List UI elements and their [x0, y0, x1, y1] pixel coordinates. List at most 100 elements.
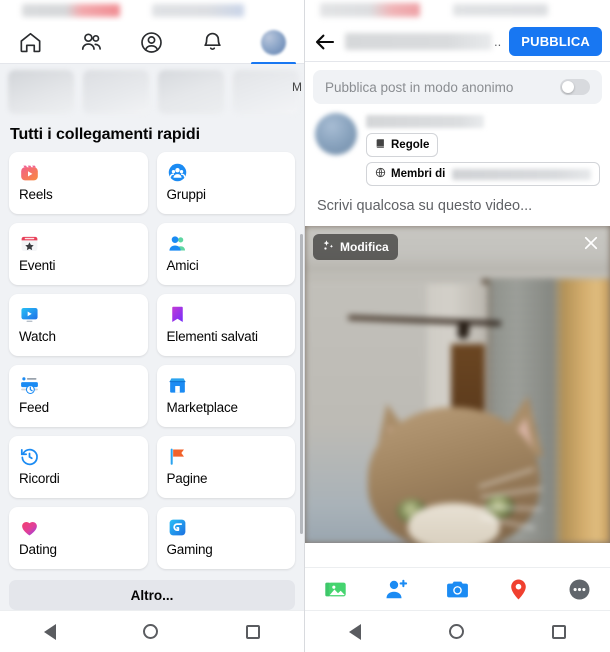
composer-input[interactable]: Scrivi qualcosa su questo video...: [315, 186, 600, 226]
android-back-icon[interactable]: [349, 623, 361, 640]
nav-tab-menu[interactable]: [243, 22, 304, 65]
gaming-icon: [167, 516, 286, 538]
android-navigation-bar: [0, 610, 304, 652]
shortcut-tile-ricordi[interactable]: Ricordi: [9, 436, 148, 498]
shortcut-tile-dating[interactable]: Dating: [9, 507, 148, 569]
android-home-icon[interactable]: [143, 624, 159, 639]
shortcut-tile-label: Marketplace: [166, 400, 239, 415]
camera-icon[interactable]: [445, 576, 471, 602]
more-dots-icon[interactable]: [567, 576, 593, 602]
cat-muzzle: [407, 503, 500, 543]
edit-video-label: Modifica: [340, 240, 389, 254]
close-icon[interactable]: [582, 234, 600, 252]
members-chip[interactable]: Membri di: [366, 162, 600, 186]
shortcut-tile-label: Dating: [19, 542, 57, 557]
shortcut-tile-label: Reels: [19, 187, 53, 202]
nav-tab-notifications[interactable]: [182, 22, 243, 64]
shortcut-tile-label: Watch: [19, 329, 56, 344]
title-truncation-dots: ..: [494, 34, 502, 49]
android-back-icon[interactable]: [43, 623, 56, 640]
events-icon: [19, 232, 138, 254]
groups-icon: [167, 161, 286, 183]
android-recents-icon[interactable]: [552, 624, 566, 639]
status-bar-left-blur: [22, 4, 120, 17]
shortcut-tile-reels[interactable]: Reels: [9, 152, 148, 214]
shortcut-tile-pagine[interactable]: Pagine: [156, 436, 295, 498]
publish-button[interactable]: PUBBLICA: [509, 27, 602, 56]
status-bar-left-blur: [320, 3, 420, 17]
shortcut-tile-feed[interactable]: Feed: [9, 365, 148, 427]
video-cat: [348, 384, 558, 543]
shortcut-tile-elementi-salvati[interactable]: Elementi salvati: [156, 294, 295, 356]
shortcut-tile-label: Pagine: [166, 471, 208, 486]
android-recents-icon[interactable]: [246, 624, 261, 639]
avatar[interactable]: [315, 113, 357, 155]
shortcut-tile-eventi[interactable]: Eventi: [9, 223, 148, 285]
shortcut-thumbnail[interactable]: [8, 70, 74, 114]
rules-chip-label: Regole: [391, 139, 430, 151]
composer-attachment-toolbar: [305, 567, 610, 610]
left-status-bar: [0, 0, 304, 22]
shortcut-thumbnail[interactable]: [83, 70, 149, 114]
group-title-blurred: [345, 33, 492, 50]
shortcuts-grid: Reels Gruppi Eventi Amici Watch Elementi…: [0, 152, 304, 569]
right-phone-screen: .. PUBBLICA Pubblica post in modo anonim…: [305, 0, 610, 652]
home-icon: [18, 30, 43, 55]
android-navigation-bar: [305, 610, 610, 652]
shortcut-tile-label: Eventi: [19, 258, 56, 273]
vertical-scrollbar[interactable]: [300, 234, 303, 534]
shortcut-tile-amici[interactable]: Amici: [156, 223, 295, 285]
bell-icon: [200, 30, 225, 55]
shortcut-tile-label: Amici: [166, 258, 199, 273]
left-phone-screen: M Tutti i collegamenti rapidi Reels Grup…: [0, 0, 305, 652]
shortcut-tile-gaming[interactable]: Gaming: [156, 507, 295, 569]
video-ceiling-molding: [305, 274, 610, 279]
shortcut-tile-label: Ricordi: [19, 471, 60, 486]
shortcut-thumbnail[interactable]: [233, 70, 299, 114]
rules-chip[interactable]: Regole: [366, 133, 439, 157]
shortcut-tile-label: Feed: [19, 400, 49, 415]
shortcut-tile-marketplace[interactable]: Marketplace: [156, 365, 295, 427]
shortcut-tile-gruppi[interactable]: Gruppi: [156, 152, 295, 214]
strip-overflow-label: M: [292, 80, 302, 94]
poster-name-blurred: [366, 115, 484, 128]
tag-person-icon[interactable]: [384, 576, 410, 602]
members-group-name-blurred: [452, 168, 591, 180]
marketplace-icon: [167, 374, 286, 396]
nav-tab-home[interactable]: [0, 22, 61, 64]
right-status-bar: [305, 0, 610, 22]
reels-icon: [19, 161, 138, 183]
globe-icon: [375, 167, 386, 181]
location-pin-icon[interactable]: [506, 576, 532, 602]
shortcut-tile-label: Gaming: [166, 542, 213, 557]
shortcut-thumbnail[interactable]: [158, 70, 224, 114]
pages-icon: [167, 445, 286, 467]
photo-icon[interactable]: [323, 576, 349, 602]
anonymous-post-row[interactable]: Pubblica post in modo anonimo: [313, 70, 602, 104]
shortcut-thumbnail-strip[interactable]: [0, 64, 304, 118]
anonymous-post-toggle[interactable]: [560, 79, 590, 95]
video-curtain-right: [561, 256, 610, 543]
video-curtain-rod-knob: [456, 321, 470, 340]
page-title: Tutti i collegamenti rapidi: [10, 126, 200, 143]
poster-meta: Regole Membri di: [366, 113, 600, 186]
video-preview[interactable]: Modifica: [305, 226, 610, 543]
status-bar-right-blur: [152, 4, 244, 17]
nav-tab-friends[interactable]: [61, 22, 122, 64]
memories-icon: [19, 445, 138, 467]
dual-screenshot: M Tutti i collegamenti rapidi Reels Grup…: [0, 0, 610, 652]
android-home-icon[interactable]: [449, 624, 464, 639]
more-button[interactable]: Altro...: [9, 580, 295, 610]
members-chip-label: Membri di: [391, 168, 446, 180]
status-bar-right-blur: [453, 4, 548, 16]
nav-tab-profile[interactable]: [122, 22, 183, 64]
edit-video-button[interactable]: Modifica: [313, 234, 398, 260]
sparkle-icon: [322, 239, 335, 255]
shortcut-tile-label: Gruppi: [166, 187, 207, 202]
shortcut-tile-watch[interactable]: Watch: [9, 294, 148, 356]
profile-icon: [139, 30, 164, 55]
back-arrow-icon[interactable]: [313, 30, 337, 54]
watch-icon: [19, 303, 138, 325]
composer-header: .. PUBBLICA: [305, 22, 610, 62]
shortcut-tile-label: Elementi salvati: [166, 329, 259, 344]
